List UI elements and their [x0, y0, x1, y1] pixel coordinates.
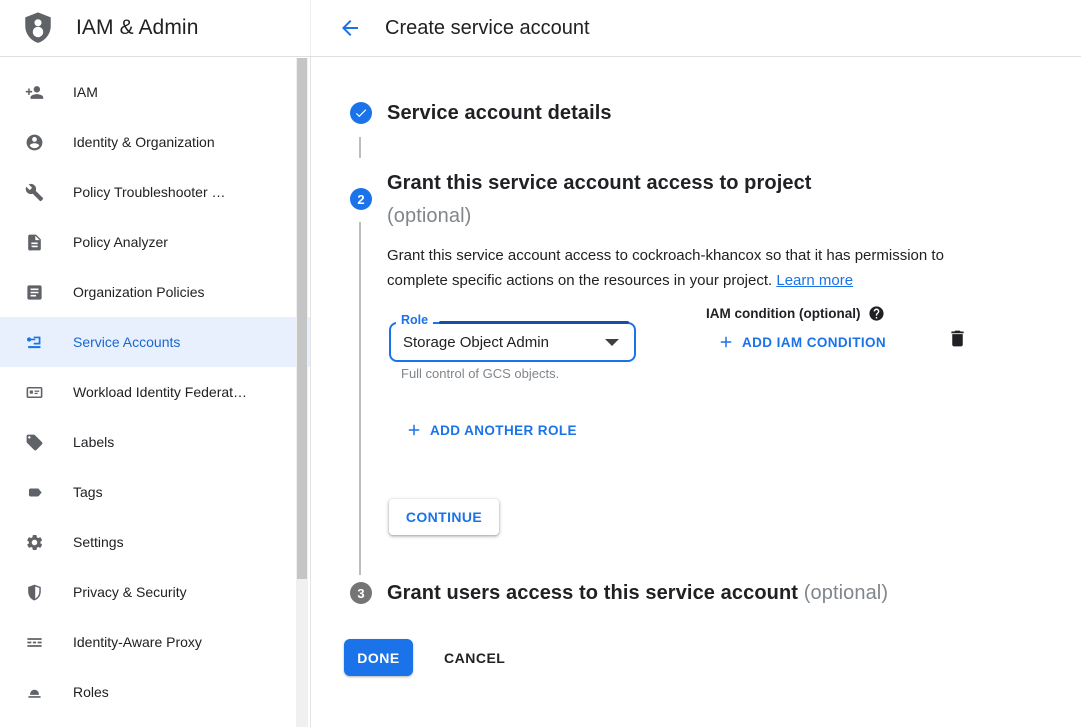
step-connector	[359, 222, 361, 575]
badge-card-icon	[24, 382, 44, 402]
step1-complete-badge	[350, 102, 372, 124]
label-tag-icon	[24, 432, 44, 452]
sidebar-item-label: Identity-Aware Proxy	[73, 634, 202, 650]
step3-number: 3	[357, 586, 364, 601]
help-icon[interactable]	[868, 305, 885, 322]
step2-number-badge: 2	[350, 188, 372, 210]
step3-title: Grant users access to this service accou…	[387, 582, 798, 604]
sidebar-item-label: Workload Identity Federat…	[73, 384, 247, 400]
sidebar-item-workload-identity-federation[interactable]: Workload Identity Federat…	[0, 367, 310, 417]
proxy-barrier-icon	[24, 632, 44, 652]
step2-description-text: Grant this service account access to coc…	[387, 247, 944, 289]
add-another-role-button[interactable]: ADD ANOTHER ROLE	[405, 421, 577, 439]
step3-optional-text: (optional)	[804, 582, 888, 604]
sidebar-item-identity-organization[interactable]: Identity & Organization	[0, 117, 310, 167]
sidebar-item-label: Policy Troubleshooter …	[73, 184, 226, 200]
top-header: IAM & Admin Create service account	[0, 0, 1081, 57]
sidebar-item-iam[interactable]: IAM	[0, 67, 310, 117]
iam-condition-label-text: IAM condition (optional)	[706, 306, 860, 321]
sidebar-item-policy-analyzer[interactable]: Policy Analyzer	[0, 217, 310, 267]
sidebar-scrollbar-track[interactable]	[296, 58, 308, 727]
sidebar-item-organization-policies[interactable]: Organization Policies	[0, 267, 310, 317]
step2-description: Grant this service account access to coc…	[387, 243, 987, 293]
sidebar-item-service-accounts[interactable]: Service Accounts	[0, 317, 310, 367]
sidebar-item-settings[interactable]: Settings	[0, 517, 310, 567]
sidebar-item-label: Roles	[73, 684, 109, 700]
step-connector	[359, 137, 361, 158]
iam-shield-icon	[21, 10, 55, 46]
check-icon	[354, 106, 368, 120]
step3-number-badge: 3	[350, 582, 372, 604]
sidebar-item-label: Service Accounts	[73, 334, 180, 350]
step2-number: 2	[357, 192, 364, 207]
learn-more-link[interactable]: Learn more	[776, 272, 853, 289]
step2-optional-label: (optional)	[387, 200, 812, 233]
page-title: Create service account	[385, 17, 590, 40]
sidebar-item-label: Identity & Organization	[73, 134, 215, 150]
main-content: Service account details 2 Grant this ser…	[311, 57, 1081, 727]
step2-heading: Grant this service account access to pro…	[387, 167, 812, 233]
shield-icon	[24, 582, 44, 602]
add-iam-condition-button[interactable]: ADD IAM CONDITION	[717, 333, 886, 351]
sidebar-item-label: Labels	[73, 434, 114, 450]
arrow-back-icon[interactable]	[338, 16, 362, 40]
sidebar-item-labels[interactable]: Labels	[0, 417, 310, 467]
continue-button[interactable]: CONTINUE	[389, 499, 499, 535]
sidebar-item-label: Tags	[73, 484, 103, 500]
wrench-icon	[24, 182, 44, 202]
role-selected-value: Storage Object Admin	[403, 334, 549, 351]
page-header: Create service account	[311, 0, 1081, 56]
dropdown-caret-icon	[605, 339, 619, 346]
step3-heading: Grant users access to this service accou…	[387, 581, 888, 605]
step2-title: Grant this service account access to pro…	[387, 167, 812, 200]
document-gear-icon	[24, 232, 44, 252]
product-header: IAM & Admin	[0, 0, 311, 56]
gear-icon	[24, 532, 44, 552]
sidebar-nav: IAM Identity & Organization Policy Troub…	[0, 57, 311, 727]
sidebar-item-label: Privacy & Security	[73, 584, 187, 600]
sidebar-item-identity-aware-proxy[interactable]: Identity-Aware Proxy	[0, 617, 310, 667]
role-field-label: Role	[396, 313, 433, 328]
step3-optional-label: (optional)	[804, 582, 888, 604]
sidebar-item-label: Organization Policies	[73, 284, 205, 300]
sidebar-item-label: IAM	[73, 84, 98, 100]
iam-condition-label: IAM condition (optional)	[706, 305, 885, 322]
iam-admin-console: IAM & Admin Create service account IAM I…	[0, 0, 1081, 727]
plus-icon	[717, 333, 735, 351]
step1-title: Service account details	[387, 101, 612, 125]
hat-icon	[24, 682, 44, 702]
role-field-topline	[439, 321, 629, 324]
delete-role-trash-icon[interactable]	[945, 326, 969, 350]
account-circle-icon	[24, 132, 44, 152]
sidebar-scrollbar-thumb[interactable]	[297, 58, 307, 579]
cancel-button[interactable]: CANCEL	[444, 639, 505, 676]
add-iam-condition-label: ADD IAM CONDITION	[742, 335, 886, 350]
tag-arrow-icon	[24, 482, 44, 502]
add-another-role-label: ADD ANOTHER ROLE	[430, 423, 577, 438]
sidebar-item-label: Settings	[73, 534, 124, 550]
role-helper-text: Full control of GCS objects.	[401, 366, 559, 381]
product-title: IAM & Admin	[76, 16, 198, 40]
role-select[interactable]: Storage Object Admin	[389, 322, 636, 362]
service-account-key-icon	[24, 332, 44, 352]
done-button[interactable]: DONE	[344, 639, 413, 676]
sidebar-item-policy-troubleshooter[interactable]: Policy Troubleshooter …	[0, 167, 310, 217]
sidebar-item-privacy-security[interactable]: Privacy & Security	[0, 567, 310, 617]
article-icon	[24, 282, 44, 302]
sidebar-item-label: Policy Analyzer	[73, 234, 168, 250]
sidebar-item-roles[interactable]: Roles	[0, 667, 310, 717]
person-add-icon	[24, 82, 44, 102]
plus-icon	[405, 421, 423, 439]
sidebar-item-tags[interactable]: Tags	[0, 467, 310, 517]
